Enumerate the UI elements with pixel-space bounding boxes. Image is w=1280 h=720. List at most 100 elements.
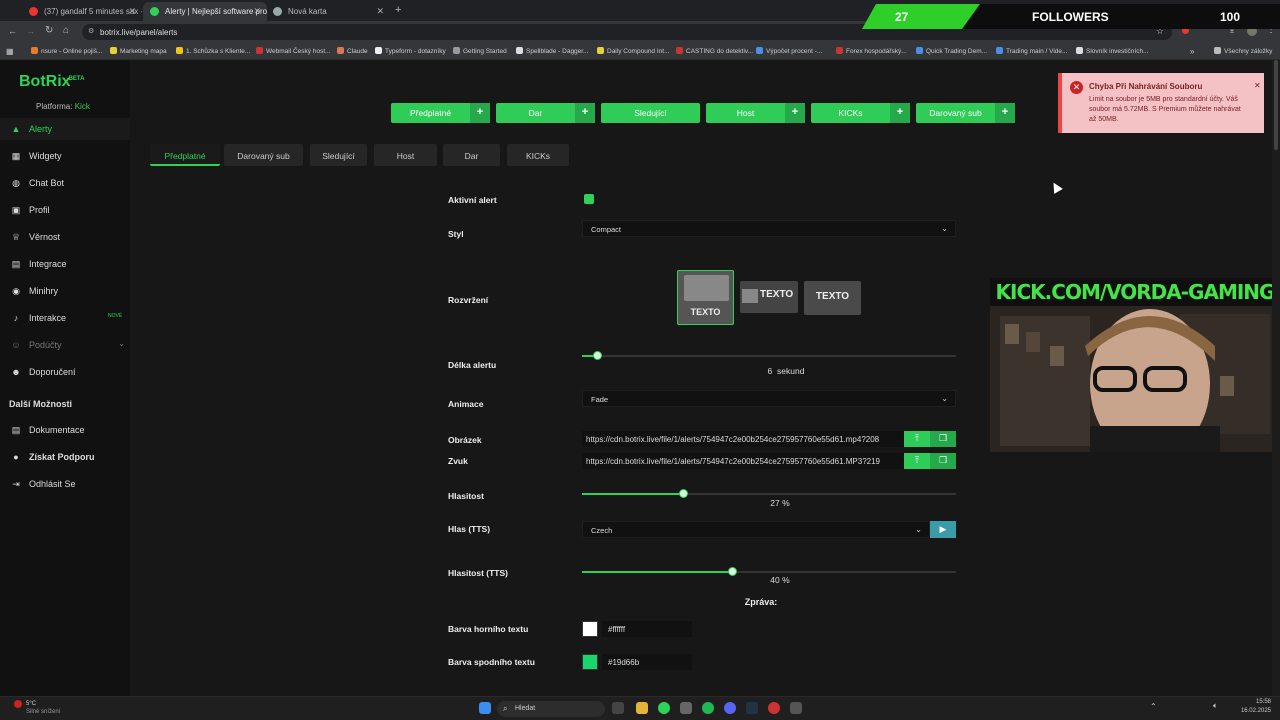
tab-sledujici[interactable]: Sledující <box>310 144 367 166</box>
add-icon[interactable]: + <box>995 103 1015 123</box>
discord-icon[interactable] <box>724 702 736 714</box>
layout-option-stacked[interactable]: TEXTO <box>677 270 734 325</box>
bookmark-item[interactable]: nsure - Online pojiš... <box>31 47 102 55</box>
tab-predplatne[interactable]: Předplatné <box>150 144 220 166</box>
forward-icon[interactable]: → <box>26 26 35 36</box>
alert-type-sledujici-button[interactable]: Sledující <box>601 103 700 123</box>
close-icon[interactable]: ✕ <box>1254 81 1261 90</box>
volume-slider[interactable] <box>582 489 956 498</box>
clock-time[interactable]: 15:58 <box>1225 699 1271 705</box>
close-tab-icon[interactable]: ✕ <box>253 6 261 17</box>
bookmark-item[interactable]: Slovník investičních... <box>1076 47 1149 55</box>
image-url-input[interactable]: https://cdn.botrix.live/file/1/alerts/75… <box>582 431 904 447</box>
page-scrollbar[interactable] <box>1272 60 1280 696</box>
browser-tab-new[interactable]: Nová karta ✕ <box>266 2 390 21</box>
bookmark-item[interactable]: CASTING do detektiv... <box>676 47 753 55</box>
bookmark-item[interactable]: Quick Trading Dem... <box>916 47 987 55</box>
tts-play-button[interactable]: ▶ <box>930 521 956 538</box>
sidebar-item-minihry[interactable]: ◉ Minihry <box>0 280 130 302</box>
more-bookmarks-icon[interactable]: » <box>1190 47 1194 56</box>
layout-option-overlay[interactable]: TEXTO <box>804 281 861 315</box>
home-icon[interactable]: ⌂ <box>63 25 69 36</box>
duration-slider[interactable] <box>582 351 956 360</box>
add-icon[interactable]: + <box>470 103 490 123</box>
sidebar-item-chatbot[interactable]: ◍ Chat Bot <box>0 172 130 194</box>
browser-tab-botrix[interactable]: Alerty | Nejlepší software pro vaš ✕ <box>143 2 267 21</box>
tab-dar[interactable]: Dar <box>443 144 500 166</box>
bookmark-item[interactable]: Daily Compound Int... <box>597 47 670 55</box>
layout-option-side[interactable]: TEXTO <box>740 281 798 313</box>
bookmark-item[interactable]: Výpočet procent -... <box>756 47 822 55</box>
sound-url-input[interactable]: https://cdn.botrix.live/file/1/alerts/75… <box>582 453 904 469</box>
active-alert-toggle[interactable] <box>584 194 594 204</box>
tts-voice-select[interactable]: Czech ⌄ <box>582 521 930 538</box>
close-tab-icon[interactable]: ✕ <box>376 6 384 17</box>
upload-sound-button[interactable]: ⤒ <box>904 453 930 469</box>
close-tab-icon[interactable]: ✕ <box>128 6 136 17</box>
steam-icon[interactable] <box>746 702 758 714</box>
sidebar-item-alerty[interactable]: ▲ Alerty <box>0 118 130 140</box>
tts-volume-slider[interactable] <box>582 567 956 576</box>
sidebar-item-doporuceni[interactable]: ☻ Doporučení <box>0 361 130 383</box>
sidebar-item-integrace[interactable]: ▤ Integrace <box>0 253 130 275</box>
gallery-sound-button[interactable]: ❐ <box>930 453 956 469</box>
spotify-icon[interactable] <box>702 702 714 714</box>
alert-type-kicks-button[interactable]: KICKs + <box>811 103 910 123</box>
bookmark-item[interactable]: Spellblade - Dagger... <box>516 47 589 55</box>
gallery-image-button[interactable]: ❐ <box>930 431 956 447</box>
bookmark-item[interactable]: Marketing mapa <box>110 47 167 55</box>
bottom-text-color-swatch[interactable] <box>582 654 598 670</box>
alert-type-host-button[interactable]: Host + <box>706 103 805 123</box>
bookmark-item[interactable]: Webmail Český host... <box>256 47 331 55</box>
weather-icon[interactable] <box>14 700 22 708</box>
reload-icon[interactable]: ↻ <box>45 25 53 36</box>
clock-date[interactable]: 16.02.2025 <box>1225 708 1271 714</box>
alert-type-dar-button[interactable]: Dar + <box>496 103 595 123</box>
tab-host[interactable]: Host <box>374 144 437 166</box>
apps-icon[interactable]: ▦ <box>6 47 14 56</box>
bookmark-item[interactable]: Claude <box>337 47 368 55</box>
sidebar-item-podpora[interactable]: ● Získat Podporu <box>0 446 130 468</box>
volume-icon[interactable]: 🔈︎ <box>1213 701 1218 711</box>
all-bookmarks-folder[interactable]: Všechny záložky <box>1214 47 1272 55</box>
animation-select[interactable]: Fade ⌄ <box>582 390 956 407</box>
new-tab-button[interactable]: + <box>395 4 401 16</box>
bottom-text-color-input[interactable]: #19d66b <box>602 654 692 670</box>
sidebar-item-dokumentace[interactable]: ▤ Dokumentace <box>0 419 130 441</box>
task-view-icon[interactable] <box>612 702 624 714</box>
bookmark-item[interactable]: Getting Started <box>453 47 507 55</box>
style-select[interactable]: Compact ⌄ <box>582 220 956 237</box>
slider-handle[interactable] <box>727 567 737 576</box>
bookmark-item[interactable]: 1. Schůzka s Kliente... <box>176 47 250 55</box>
add-icon[interactable]: + <box>785 103 805 123</box>
taskbar-search[interactable]: ⌕ Hledat <box>497 701 605 717</box>
sidebar-item-poducty[interactable]: ☺ Podúčty ⌄ <box>0 334 130 356</box>
chrome-icon[interactable] <box>658 702 670 714</box>
sidebar-item-vernost[interactable]: ♕ Věrnost <box>0 226 130 248</box>
sidebar-item-widgety[interactable]: ▦ Widgety <box>0 145 130 167</box>
upload-image-button[interactable]: ⤒ <box>904 431 930 447</box>
alert-type-darovany-sub-button[interactable]: Darovaný sub + <box>916 103 1015 123</box>
tab-kicks[interactable]: KICKs <box>507 144 569 166</box>
slider-handle[interactable] <box>592 351 602 360</box>
app-icon[interactable] <box>680 702 692 714</box>
sidebar-item-profil[interactable]: ▣ Profil <box>0 199 130 221</box>
top-text-color-swatch[interactable] <box>582 621 598 637</box>
scrollbar-thumb[interactable] <box>1274 60 1278 150</box>
bookmark-item[interactable]: Typeform - dotazníky <box>375 47 446 55</box>
file-explorer-icon[interactable] <box>636 702 648 714</box>
bookmark-item[interactable]: Forex hospodářský... <box>836 47 907 55</box>
bookmark-item[interactable]: Trading main / Vide... <box>996 47 1067 55</box>
app-icon[interactable] <box>790 702 802 714</box>
top-text-color-input[interactable]: #ffffff <box>602 621 692 637</box>
botrix-logo[interactable]: BotRixBETA <box>19 73 84 91</box>
alert-type-predplatne-button[interactable]: Předplatné + <box>391 103 490 123</box>
tab-darovany-sub[interactable]: Darovaný sub <box>224 144 303 166</box>
add-icon[interactable]: + <box>890 103 910 123</box>
browser-tab-youtube[interactable]: (37) gandalf 5 minutes sax - YouTube ✕ <box>22 2 142 21</box>
tray-chevron-icon[interactable]: ⌃ <box>1150 702 1157 711</box>
back-icon[interactable]: ← <box>8 26 17 36</box>
sidebar-item-interakce[interactable]: ♪ Interakce NOVÉ <box>0 307 130 329</box>
obs-icon[interactable] <box>768 702 780 714</box>
slider-handle[interactable] <box>678 489 688 498</box>
